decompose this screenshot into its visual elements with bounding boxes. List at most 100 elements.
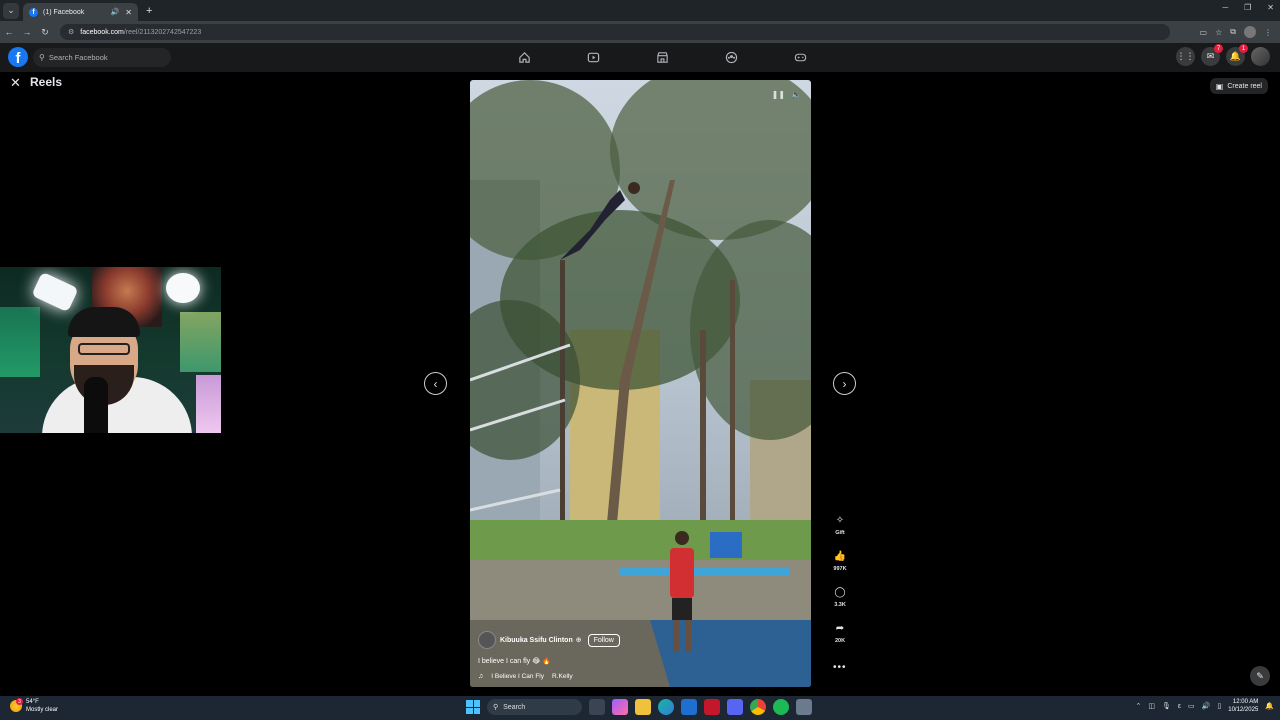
clock[interactable]: 12:00 AM 10/12/2025	[1228, 698, 1258, 714]
screen: ⌄ f (1) Facebook 🔊 ✕ + ─ ❐ ✕ ← → ↻ ⚙ fac…	[0, 0, 1280, 720]
share-icon: ➦	[835, 622, 845, 634]
notification-center-icon[interactable]: 🔔	[1265, 702, 1274, 710]
comment-count: 3.3K	[834, 602, 846, 608]
reel-audio[interactable]: ♫ I Believe I Can Fly R.Kelly	[478, 673, 573, 680]
close-window-icon[interactable]: ✕	[1267, 3, 1274, 12]
previous-reel-button[interactable]: ‹	[424, 372, 447, 395]
notifications-badge: 1	[1239, 44, 1248, 53]
site-info-icon[interactable]: ⚙	[68, 28, 74, 36]
next-reel-button[interactable]: ›	[833, 372, 856, 395]
tab-title: (1) Facebook	[43, 8, 85, 16]
comment-button[interactable]: ◯ 3.3K	[828, 583, 852, 619]
streamer-cap	[68, 307, 140, 337]
url-input[interactable]: ⚙ facebook.com /reel/2113202742547223	[60, 24, 1170, 40]
like-button[interactable]: 👍 997K	[828, 547, 852, 583]
bookmark-star-icon[interactable]: ☆	[1215, 28, 1222, 37]
gift-button[interactable]: ✧ Gift	[828, 511, 852, 547]
speaker-icon[interactable]: 🔊	[1202, 702, 1211, 710]
account-avatar[interactable]	[1251, 47, 1270, 66]
browser-tab[interactable]: f (1) Facebook 🔊 ✕	[23, 3, 138, 21]
pause-icon[interactable]: ❚❚	[772, 90, 785, 99]
close-tab-icon[interactable]: ✕	[125, 8, 132, 17]
tray-overflow-icon[interactable]: ⌃	[1136, 702, 1142, 710]
new-message-button[interactable]: ✎	[1250, 666, 1270, 686]
author-avatar[interactable]	[478, 631, 496, 649]
groups-icon	[725, 51, 738, 64]
search-input[interactable]: ⚲ Search Facebook	[33, 48, 171, 67]
cam-shelf-left	[0, 307, 40, 377]
streamer-glasses	[78, 343, 130, 355]
bell-icon: 🔔	[1229, 51, 1242, 61]
chrome-icon[interactable]	[750, 699, 766, 715]
comment-icon: ◯	[834, 586, 846, 598]
forward-icon[interactable]: →	[18, 27, 36, 37]
nav-gaming[interactable]	[766, 48, 835, 67]
new-tab-button[interactable]: +	[146, 5, 152, 17]
chevron-left-icon: ‹	[433, 376, 438, 391]
share-button[interactable]: ➦ 20K	[828, 619, 852, 655]
more-options-icon[interactable]: •••	[833, 662, 847, 673]
restore-icon[interactable]: ❐	[1244, 3, 1251, 12]
browser-menu-icon[interactable]: ⋮	[1264, 28, 1272, 37]
author-name[interactable]: Kibuuka Ssifu Clinton	[500, 637, 573, 644]
edge-icon[interactable]	[658, 699, 674, 715]
nav-home[interactable]	[490, 48, 559, 67]
nav-marketplace[interactable]	[628, 48, 697, 67]
windows-taskbar: 3 54°F Mostly clear ⚲ Search ⌃ ◫ 🎙 ε ▭ 🔊…	[0, 696, 1280, 720]
profile-avatar[interactable]	[1244, 26, 1256, 38]
battery-icon[interactable]: ▯	[1217, 702, 1221, 710]
language-icon[interactable]: ε	[1178, 703, 1181, 710]
reel-video-frame	[470, 80, 811, 687]
tray-app-icon[interactable]: ◫	[1148, 702, 1155, 710]
page-title: Reels	[30, 75, 63, 89]
back-icon[interactable]: ←	[0, 27, 18, 37]
taskbar-search-label: Search	[503, 703, 526, 711]
create-reel-button[interactable]: ▣ Create reel	[1209, 78, 1268, 94]
messenger-button[interactable]: ✉ 7	[1201, 44, 1223, 66]
reel-video[interactable]: ❚❚ 🔈 Kibuuka Ssifu Clinton ⊕ Follow I be…	[470, 80, 811, 687]
task-view-icon[interactable]	[589, 699, 605, 715]
store-icon[interactable]	[681, 699, 697, 715]
marketplace-icon	[657, 52, 668, 63]
close-reels-icon[interactable]: ✕	[10, 75, 21, 91]
follow-button[interactable]: Follow	[587, 633, 620, 647]
share-count: 20K	[834, 638, 846, 644]
webcam-overlay	[0, 267, 221, 433]
taskbar-apps: ⚲ Search	[466, 699, 812, 715]
volume-icon[interactable]: 🔈	[791, 90, 801, 99]
extensions-icon[interactable]: ⧉	[1230, 27, 1236, 37]
grid-icon: ⋮⋮	[1176, 51, 1195, 61]
mic-icon[interactable]: 🎙	[1162, 702, 1171, 710]
create-reel-icon: ▣	[1215, 81, 1224, 91]
network-icon[interactable]: ▭	[1188, 702, 1195, 710]
taskbar-search[interactable]: ⚲ Search	[487, 699, 582, 715]
weather-icon: 3	[10, 698, 23, 712]
streamer-mic	[84, 377, 108, 433]
windows-start-icon[interactable]	[466, 700, 480, 714]
menu-grid-button[interactable]: ⋮⋮	[1176, 47, 1195, 66]
copilot-icon[interactable]	[612, 699, 628, 715]
media-app-icon[interactable]	[704, 699, 720, 715]
audio-playing-icon[interactable]: 🔊	[111, 8, 120, 16]
facebook-logo-icon[interactable]: f	[8, 47, 28, 67]
minimize-icon[interactable]: ─	[1222, 3, 1228, 12]
chevron-right-icon: ›	[842, 376, 847, 391]
search-icon: ⚲	[39, 53, 45, 62]
tab-list-button[interactable]: ⌄	[3, 2, 19, 19]
nav-groups[interactable]	[697, 48, 766, 67]
settings-app-icon[interactable]	[796, 699, 812, 715]
reload-icon[interactable]: ↻	[36, 27, 54, 38]
system-tray: ⌃ ◫ 🎙 ε ▭ 🔊 ▯ 12:00 AM 10/12/2025 🔔	[1136, 698, 1274, 714]
gift-label: Gift	[835, 530, 845, 536]
notifications-button[interactable]: 🔔 1	[1226, 44, 1248, 66]
weather-widget[interactable]: 3 54°F Mostly clear	[10, 698, 58, 714]
reel-action-rail: ✧ Gift 👍 997K ◯ 3.3K ➦ 20K	[828, 511, 852, 655]
spotify-icon[interactable]	[773, 699, 789, 715]
video-icon	[587, 52, 600, 63]
file-explorer-icon[interactable]	[635, 699, 651, 715]
facebook-header: f ⚲ Search Facebook ⋮⋮ ✉ 7 🔔 1	[0, 43, 1280, 72]
cast-icon[interactable]: ▭	[1200, 28, 1208, 37]
discord-icon[interactable]	[727, 699, 743, 715]
header-actions: ⋮⋮ ✉ 7 🔔 1	[1176, 44, 1270, 66]
nav-video[interactable]	[559, 48, 628, 67]
